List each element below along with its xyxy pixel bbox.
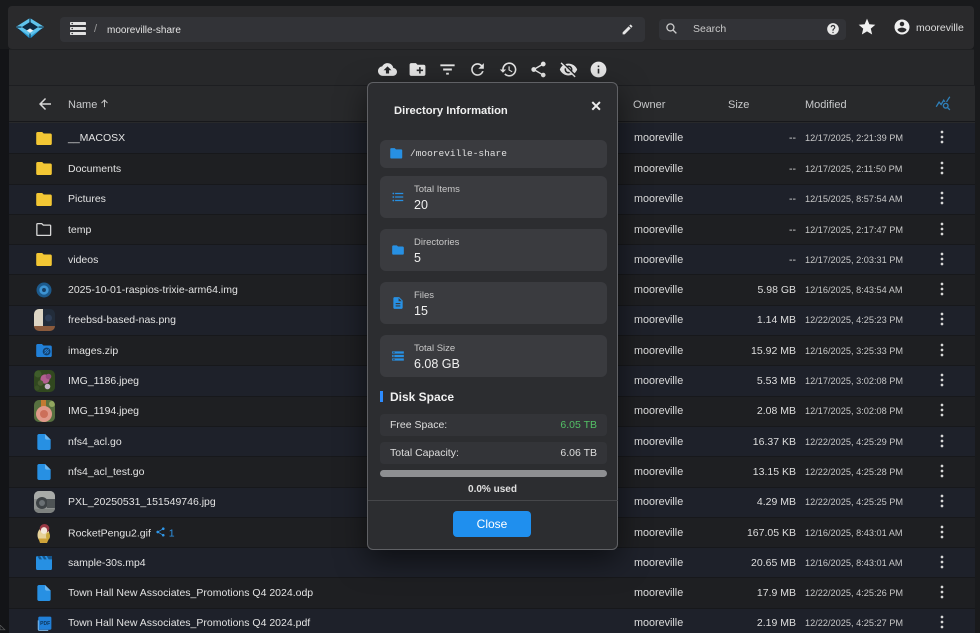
svg-text:PDF: PDF <box>40 621 50 627</box>
